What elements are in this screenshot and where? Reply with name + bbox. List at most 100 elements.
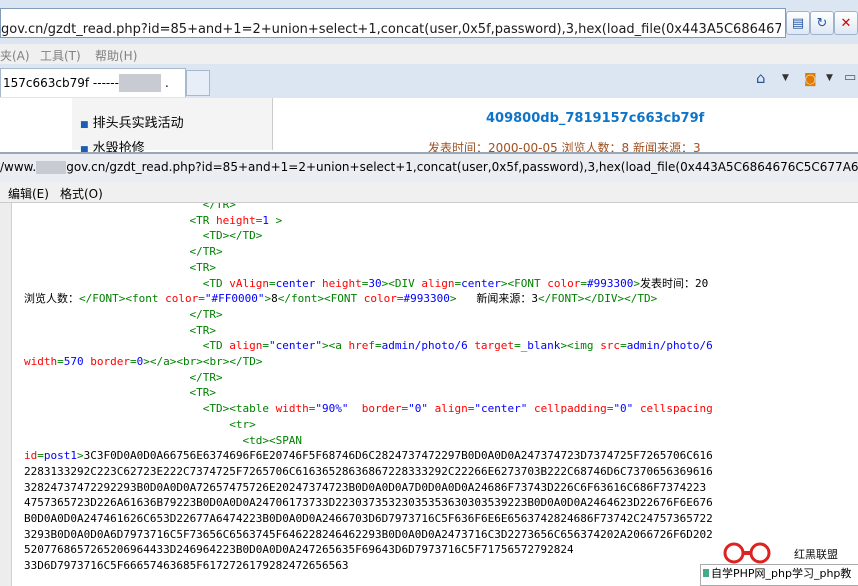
watermark: 红黑联盟 自学PHP网_php学习_php教 xyxy=(700,540,858,586)
new-tab-button[interactable] xyxy=(186,70,210,96)
source-title-prefix: /www. xyxy=(0,160,37,174)
source-token: = xyxy=(514,339,521,353)
compat-view-icon[interactable]: ▤ xyxy=(786,11,810,35)
source-line: width=570 border=0></a><br><br></TD> xyxy=(24,354,262,370)
source-token xyxy=(527,402,534,415)
source-title: gov.cn/gzdt_read.php?id=85+and+1=2+union… xyxy=(66,160,858,174)
tab-title: 157c663cb79f ------- xyxy=(3,76,124,90)
menu-favorites[interactable]: 夹(A) xyxy=(0,47,30,64)
source-line: <TR> xyxy=(190,260,217,276)
source-line: <TR height=1 > xyxy=(190,213,283,229)
source-token: "0" xyxy=(408,402,428,416)
source-token: </FONT></DIV></TD> xyxy=(538,292,658,306)
source-token: ></a><br><br></TD> xyxy=(143,355,263,368)
source-line: <td><SPAN xyxy=(242,433,302,449)
source-token: 发表时间：20 xyxy=(639,276,709,290)
menu-tools[interactable]: 工具(T) xyxy=(40,47,81,64)
stop-icon[interactable]: ✕ xyxy=(834,11,858,35)
source-line: 浏览人数：</FONT><font color="#FF0000">8</fon… xyxy=(24,291,657,307)
source-token: = xyxy=(198,292,205,306)
source-line: id=post1>3C3F0D0A0D0A66756E6374696F6E207… xyxy=(24,448,713,464)
source-token: align xyxy=(421,276,455,290)
source-token: <tr> xyxy=(229,417,256,431)
source-token: color xyxy=(547,276,581,290)
source-token: <TR xyxy=(189,213,216,227)
source-token: = xyxy=(57,355,64,368)
source-token: color xyxy=(363,292,397,306)
source-token: center xyxy=(461,276,501,290)
source-token: <TD xyxy=(202,276,230,290)
chevron-down-icon[interactable]: ▼ xyxy=(826,73,833,83)
source-line: </TR> xyxy=(190,244,223,260)
source-line: <TD align="center"><a href=admin/photo/6… xyxy=(203,338,713,354)
source-token: <TD><table xyxy=(202,402,276,416)
print-icon[interactable]: ▭ xyxy=(844,70,856,85)
source-token: width xyxy=(24,355,58,368)
tab-bar: 157c663cb79f ------- . ⌂ ▼ ◙ ▼ ▭ xyxy=(0,64,858,99)
source-token: "90%" xyxy=(315,402,349,416)
redacted-block xyxy=(36,161,67,174)
source-line: <TD><table width="90%" border="0" align=… xyxy=(203,401,713,417)
source-token: </TR> xyxy=(189,307,223,321)
watermark-logo-icon xyxy=(720,542,780,564)
source-token: </TR> xyxy=(189,370,223,384)
source-token: vAlign xyxy=(229,276,269,290)
source-token: = xyxy=(130,355,137,368)
source-code: </TR> <TR height=1 > <TD></TD> </TR> <TR> <TD… xyxy=(24,203,858,586)
chevron-down-icon[interactable]: ▼ xyxy=(782,73,789,83)
source-token: 浏览人数： xyxy=(24,292,79,306)
source-line: 32824737472292293B0D0A0D0A72657475726E20… xyxy=(24,480,706,496)
source-token: 3293B0D0A0D0A6D7973716C5F73656C6563745F6… xyxy=(24,527,713,541)
source-token: 1 xyxy=(262,213,269,227)
source-token: = xyxy=(374,339,382,353)
source-token: 新闻来源：3 xyxy=(456,292,539,306)
watermark-caption: 自学PHP网_php学习_php教 xyxy=(700,564,858,586)
source-token: align xyxy=(434,402,468,416)
source-token: admin/photo/6 xyxy=(381,339,468,353)
source-line: </TR> xyxy=(203,203,236,213)
source-token: = xyxy=(396,292,404,306)
menu-edit[interactable]: 编辑(E) xyxy=(8,185,49,202)
source-token: 32824737472292293B0D0A0D0A72657475726E20… xyxy=(24,480,707,494)
tab-active[interactable]: 157c663cb79f ------- . xyxy=(0,68,186,97)
source-line: <TR> xyxy=(190,385,217,401)
nav-item-activity[interactable]: ■ 排头兵实践活动 xyxy=(80,112,184,131)
source-token: = xyxy=(268,276,276,290)
source-token: cellpadding xyxy=(533,402,607,416)
source-token: cellspacing xyxy=(639,402,713,416)
source-line: 3293B0D0A0D0A6D7973716C5F73656C6563745F6… xyxy=(24,527,713,543)
rss-icon[interactable]: ◙ xyxy=(804,72,817,87)
source-token: height xyxy=(216,213,256,227)
watermark-brand: 红黑联盟 xyxy=(794,548,838,561)
address-input[interactable]: gov.cn/gzdt_read.php?id=85+and+1=2+union… xyxy=(0,8,786,38)
source-token: 8 xyxy=(271,292,278,306)
source-line: 4757365723D226A61636B79223B0D0A0D0A24706… xyxy=(24,495,713,511)
source-token: height xyxy=(321,276,362,290)
source-token: > xyxy=(77,449,84,463)
source-token: ><img xyxy=(560,339,601,353)
source-token: 4757365723D226A61636B79223B0D0A0D0A24706… xyxy=(24,496,713,510)
source-token: "0" xyxy=(613,402,634,416)
source-token: post1 xyxy=(43,449,77,463)
web-page: ■ 排头兵实践活动 ■ 水毁抢修 409800db_7819157c663cb7… xyxy=(0,98,858,156)
source-token: #993300 xyxy=(586,276,634,290)
menu-help[interactable]: 帮助(H) xyxy=(95,47,137,64)
source-token: border xyxy=(90,355,130,368)
source-token: href xyxy=(348,339,375,353)
tab-suffix: . xyxy=(165,76,169,90)
source-token: </FONT><font xyxy=(79,292,166,306)
source-token: admin/photo/6 xyxy=(626,339,713,353)
left-gutter xyxy=(0,203,12,586)
source-line: 33D6D7973716C5F66657463685F6172726179282… xyxy=(24,558,349,574)
menu-format[interactable]: 格式(O) xyxy=(60,185,103,202)
source-token: </TR> xyxy=(202,203,236,211)
source-token: <TR> xyxy=(189,323,217,337)
source-token: "center" xyxy=(474,402,528,416)
refresh-icon[interactable]: ↻ xyxy=(810,11,834,35)
source-menu-bar: 编辑(E) 格式(O) xyxy=(0,182,858,203)
source-token: ><DIV xyxy=(381,276,422,290)
source-line: </TR> xyxy=(190,307,223,323)
source-token: ><a xyxy=(321,339,349,353)
source-token: src xyxy=(600,339,621,353)
home-icon[interactable]: ⌂ xyxy=(756,69,766,87)
